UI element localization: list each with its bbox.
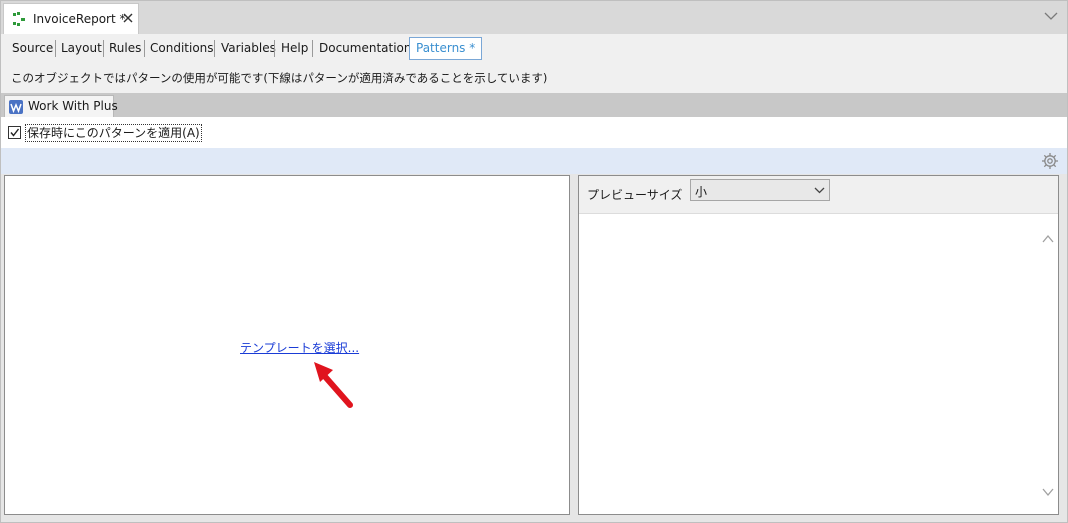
- document-tab-invoicereport[interactable]: InvoiceReport *: [3, 3, 139, 34]
- scroll-down-icon[interactable]: [1042, 487, 1054, 497]
- select-template-link[interactable]: テンプレートを選択...: [240, 339, 359, 356]
- red-arrow-annotation: [314, 362, 353, 408]
- tab-separator: [312, 40, 313, 57]
- tab-help[interactable]: Help: [281, 39, 308, 58]
- tab-separator: [274, 40, 275, 57]
- apply-on-save-label[interactable]: 保存時にこのパターンを適用(A): [25, 124, 202, 142]
- tab-work-with-plus[interactable]: Work With Plus: [4, 95, 118, 117]
- gear-icon[interactable]: [1041, 152, 1059, 170]
- chevron-down-icon: [814, 187, 825, 194]
- editor-window: InvoiceReport * Source Layout Rules Cond…: [0, 0, 1068, 523]
- pattern-tab-label: Work With Plus: [28, 99, 118, 113]
- tab-list-chevron-icon[interactable]: [1043, 10, 1059, 22]
- tab-variables[interactable]: Variables: [221, 39, 276, 58]
- pattern-info-bar: このオブジェクトではパターンの使用が可能です(下線はパターンが適用済みであること…: [1, 63, 1067, 93]
- tab-patterns[interactable]: Patterns *: [409, 37, 483, 60]
- report-object-icon: [13, 12, 25, 26]
- close-icon[interactable]: [121, 11, 135, 25]
- apply-on-save-row: 保存時にこのパターンを適用(A): [1, 117, 1067, 148]
- pattern-tab-strip: Work With Plus: [1, 93, 1067, 117]
- tab-separator: [55, 40, 56, 57]
- scroll-up-icon[interactable]: [1042, 234, 1054, 244]
- tab-separator: [103, 40, 104, 57]
- preview-size-label: プレビューサイズ: [587, 188, 683, 202]
- tab-separator: [144, 40, 145, 57]
- apply-on-save-checkbox[interactable]: [8, 126, 21, 139]
- panel-splitter[interactable]: [570, 175, 578, 515]
- preview-size-select[interactable]: 小: [690, 179, 830, 201]
- bottom-strip: [1, 515, 1067, 522]
- preview-toolbar: プレビューサイズ 小: [579, 176, 1058, 214]
- tab-source[interactable]: Source: [12, 39, 53, 58]
- pattern-info-text: このオブジェクトではパターンの使用が可能です(下線はパターンが適用済みであること…: [11, 71, 548, 85]
- tab-documentation[interactable]: Documentation: [319, 39, 412, 58]
- document-tab-title: InvoiceReport *: [33, 12, 126, 26]
- editor-tab-bar: Source Layout Rules Conditions Variables…: [1, 34, 1067, 63]
- pattern-toolbar: [1, 148, 1067, 174]
- tab-conditions[interactable]: Conditions: [150, 39, 214, 58]
- document-tab-strip: InvoiceReport *: [1, 1, 1067, 34]
- tab-rules[interactable]: Rules: [109, 39, 141, 58]
- tab-layout[interactable]: Layout: [61, 39, 102, 58]
- template-panel: テンプレートを選択...: [4, 175, 570, 515]
- preview-size-value: 小: [695, 185, 708, 199]
- preview-panel: プレビューサイズ 小: [578, 175, 1059, 515]
- wwp-icon: [9, 100, 23, 114]
- tab-separator: [214, 40, 215, 57]
- checkmark-icon: [10, 128, 20, 137]
